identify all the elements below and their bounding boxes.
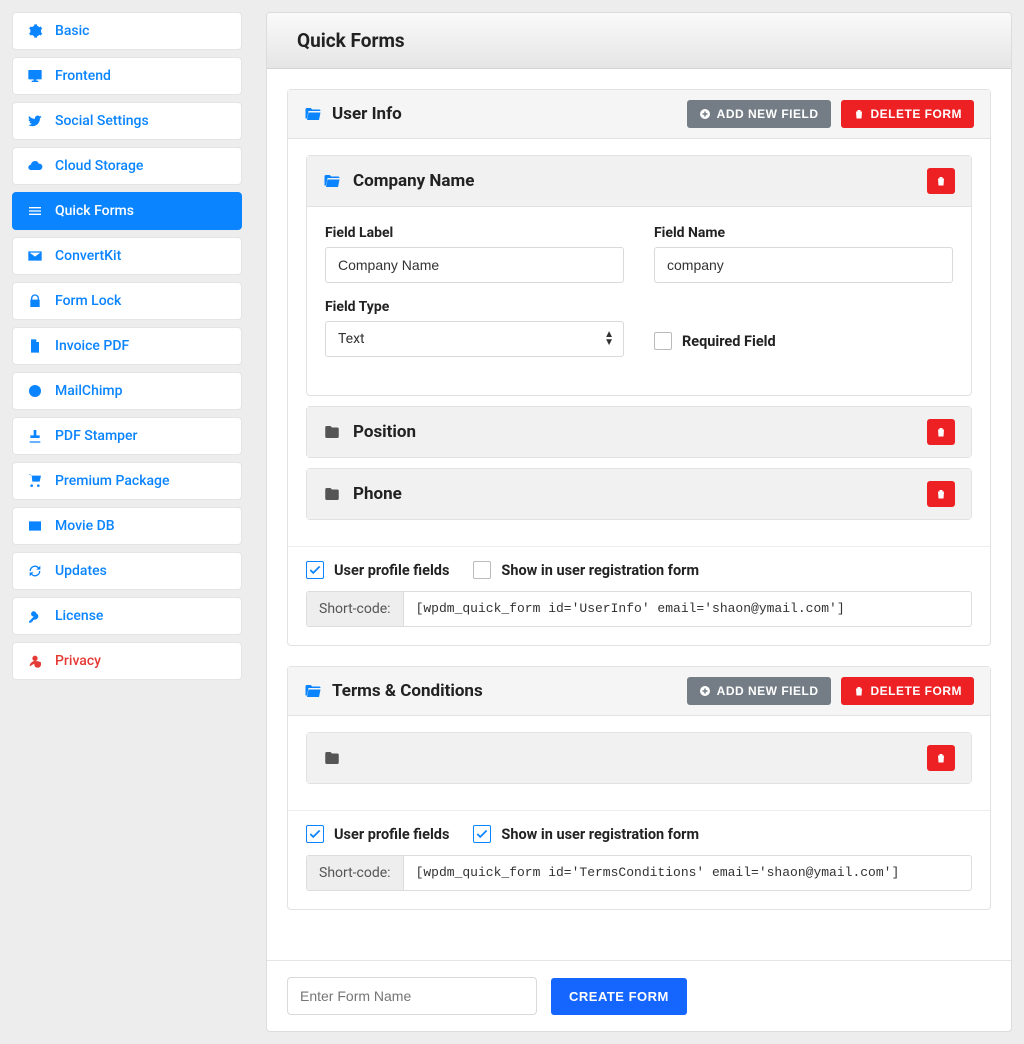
field-type-label: Field Type	[325, 299, 624, 315]
sidebar-item-label: Updates	[55, 563, 107, 579]
file-icon	[27, 338, 43, 354]
delete-field-button[interactable]	[927, 745, 955, 771]
cloud-icon	[27, 158, 43, 174]
sidebar-item-label: ConvertKit	[55, 248, 121, 264]
sidebar-item-license[interactable]: License	[12, 597, 242, 635]
sidebar-item-label: Privacy	[55, 653, 101, 669]
field-header[interactable]	[307, 733, 971, 783]
plus-icon	[699, 108, 711, 120]
sidebar-item-pdfstamper[interactable]: PDF Stamper	[12, 417, 242, 455]
sidebar: Basic Frontend Social Settings Cloud Sto…	[12, 12, 242, 1032]
required-checkbox[interactable]	[654, 332, 672, 350]
monitor-icon	[27, 68, 43, 84]
delete-form-button[interactable]: Delete Form	[841, 677, 975, 705]
user-profile-checkbox[interactable]	[306, 561, 324, 579]
sidebar-item-formlock[interactable]: Form Lock	[12, 282, 242, 320]
sidebar-item-basic[interactable]: Basic	[12, 12, 242, 50]
field-header[interactable]: Position	[307, 407, 971, 457]
delete-field-button[interactable]	[927, 419, 955, 445]
sidebar-item-label: Premium Package	[55, 473, 169, 489]
sidebar-item-label: Frontend	[55, 68, 111, 84]
show-registration-checkbox[interactable]	[473, 561, 491, 579]
sidebar-item-convertkit[interactable]: ConvertKit	[12, 237, 242, 275]
shortcode-label: Short-code:	[307, 592, 404, 626]
sidebar-item-moviedb[interactable]: Movie DB	[12, 507, 242, 545]
sidebar-item-frontend[interactable]: Frontend	[12, 57, 242, 95]
sidebar-item-label: Movie DB	[55, 518, 115, 534]
gear-icon	[27, 23, 43, 39]
usershield-icon	[27, 653, 43, 669]
lock-icon	[27, 293, 43, 309]
form-card-userinfo: User Info Add New Field Delete Form Comp…	[287, 89, 991, 646]
required-label: Required Field	[682, 333, 776, 350]
delete-field-button[interactable]	[927, 481, 955, 507]
show-registration-checkbox[interactable]	[473, 825, 491, 843]
trash-icon	[853, 108, 865, 120]
sidebar-item-label: Social Settings	[55, 113, 149, 129]
shortcode-label: Short-code:	[307, 856, 404, 890]
field-header[interactable]: Company Name	[307, 156, 971, 207]
field-header[interactable]: Phone	[307, 469, 971, 519]
sidebar-item-premium[interactable]: Premium Package	[12, 462, 242, 500]
sidebar-item-label: License	[55, 608, 103, 624]
folder-icon	[323, 423, 341, 441]
sidebar-item-updates[interactable]: Updates	[12, 552, 242, 590]
field-label-input[interactable]	[325, 247, 624, 283]
shortcode-box: Short-code: [wpdm_quick_form id='TermsCo…	[306, 855, 972, 891]
folder-icon	[323, 485, 341, 503]
bars-icon	[27, 203, 43, 219]
form-name-input[interactable]	[287, 977, 537, 1015]
delete-field-button[interactable]	[927, 168, 955, 194]
sidebar-item-label: Invoice PDF	[55, 338, 129, 354]
folder-open-icon	[304, 105, 322, 123]
create-form-button[interactable]: Create Form	[551, 978, 687, 1015]
key-icon	[27, 608, 43, 624]
add-new-field-button[interactable]: Add New Field	[687, 100, 831, 128]
trash-icon	[853, 685, 865, 697]
folder-open-icon	[304, 682, 322, 700]
field-accordion-phone: Phone	[306, 468, 972, 520]
folder-open-icon	[323, 172, 341, 190]
add-new-field-button[interactable]: Add New Field	[687, 677, 831, 705]
refresh-icon	[27, 563, 43, 579]
shortcode-value[interactable]: [wpdm_quick_form id='TermsConditions' em…	[404, 856, 971, 890]
field-accordion-position: Position	[306, 406, 972, 458]
plus-icon	[699, 685, 711, 697]
folder-icon	[323, 749, 341, 767]
sidebar-item-invoicepdf[interactable]: Invoice PDF	[12, 327, 242, 365]
sidebar-item-social[interactable]: Social Settings	[12, 102, 242, 140]
form-title: User Info	[332, 104, 677, 124]
field-label-label: Field Label	[325, 225, 624, 241]
envelope-icon	[27, 248, 43, 264]
sidebar-item-quickforms[interactable]: Quick Forms	[12, 192, 242, 230]
shortcode-value[interactable]: [wpdm_quick_form id='UserInfo' email='sh…	[404, 592, 971, 626]
sidebar-item-privacy[interactable]: Privacy	[12, 642, 242, 680]
user-profile-checkbox[interactable]	[306, 825, 324, 843]
page-title: Quick Forms	[267, 13, 1011, 69]
delete-form-button[interactable]: Delete Form	[841, 100, 975, 128]
stamp-icon	[27, 428, 43, 444]
shortcode-box: Short-code: [wpdm_quick_form id='UserInf…	[306, 591, 972, 627]
idcard-icon	[27, 518, 43, 534]
mailchimp-icon	[27, 383, 43, 399]
sidebar-item-label: Cloud Storage	[55, 158, 143, 174]
sidebar-item-cloud[interactable]: Cloud Storage	[12, 147, 242, 185]
main-panel: Quick Forms User Info Add New Field Dele…	[266, 12, 1012, 1032]
cart-icon	[27, 473, 43, 489]
sidebar-item-label: Form Lock	[55, 293, 121, 309]
twitter-icon	[27, 113, 43, 129]
field-accordion-empty	[306, 732, 972, 784]
sidebar-item-label: Basic	[55, 23, 89, 39]
sidebar-item-label: MailChimp	[55, 383, 122, 399]
field-name-input[interactable]	[654, 247, 953, 283]
sidebar-item-mailchimp[interactable]: MailChimp	[12, 372, 242, 410]
field-type-select[interactable]: Text	[325, 321, 624, 357]
form-card-terms: Terms & Conditions Add New Field Delete …	[287, 666, 991, 910]
field-accordion-company: Company Name Field Label Field Name	[306, 155, 972, 396]
sidebar-item-label: Quick Forms	[55, 203, 134, 219]
sidebar-item-label: PDF Stamper	[55, 428, 137, 444]
form-title: Terms & Conditions	[332, 681, 677, 701]
field-name-label: Field Name	[654, 225, 953, 241]
